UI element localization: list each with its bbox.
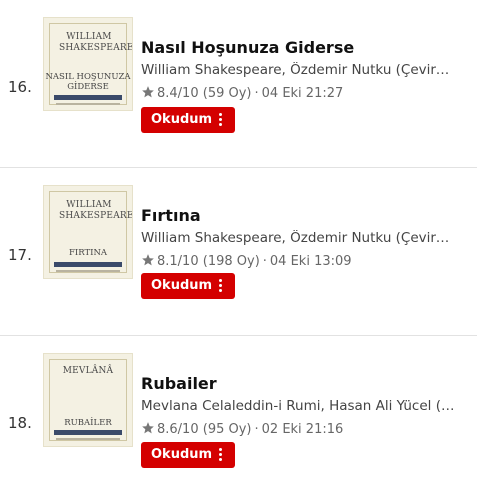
book-title[interactable]: Fırtına — [141, 206, 201, 225]
book-title[interactable]: Rubailer — [141, 374, 217, 393]
read-button-label: Okudum — [151, 447, 213, 462]
cover-subline — [56, 103, 120, 105]
star-icon — [142, 86, 154, 98]
book-cover[interactable]: WILLIAM SHAKESPEARE NASIL HOŞUNUZA GİDER… — [43, 17, 133, 111]
star-icon — [142, 254, 154, 266]
more-vertical-icon[interactable] — [219, 111, 223, 129]
read-button[interactable]: Okudum — [141, 442, 235, 468]
cover-title-line-1: NASIL HOŞUNUZA — [45, 72, 131, 82]
cover-author: WILLIAM SHAKESPEARE — [59, 200, 133, 221]
cover-title-line-2: GİDERSE — [67, 82, 109, 92]
list-item: 16. WILLIAM SHAKESPEARE NASIL HOŞUNUZA G… — [0, 0, 477, 168]
book-meta: 8.1/10 (198 Oy) · 04 Eki 13:09 — [141, 253, 352, 269]
list-item: 18. MEVLÂNÂ RUBAİLER Rubailer Mevlana Ce… — [0, 336, 477, 499]
read-button-label: Okudum — [151, 112, 213, 127]
separator: · — [254, 86, 259, 101]
vote-count: (198 Oy) — [202, 254, 260, 269]
rating-value: 8.6/10 — [157, 422, 199, 437]
cover-author: MEVLÂNÂ — [62, 366, 114, 376]
vote-count: (95 Oy) — [202, 422, 252, 437]
more-vertical-icon[interactable] — [219, 446, 223, 464]
separator: · — [254, 422, 259, 437]
cover-band — [54, 262, 122, 267]
read-button-label: Okudum — [151, 278, 213, 293]
more-vertical-icon[interactable] — [219, 277, 223, 295]
vote-count: (59 Oy) — [202, 86, 252, 101]
book-authors[interactable]: William Shakespeare, Özdemir Nutku (Çevi… — [141, 230, 461, 246]
read-date: 02 Eki 21:16 — [261, 422, 344, 437]
book-authors[interactable]: William Shakespeare, Özdemir Nutku (Çevi… — [141, 62, 461, 78]
star-icon — [142, 422, 154, 434]
cover-subline — [56, 438, 120, 440]
read-button[interactable]: Okudum — [141, 107, 235, 133]
rank-number: 16. — [8, 78, 32, 96]
book-meta: 8.4/10 (59 Oy) · 04 Eki 21:27 — [141, 85, 343, 101]
read-date: 04 Eki 13:09 — [269, 254, 352, 269]
read-date: 04 Eki 21:27 — [261, 86, 344, 101]
cover-title-line-1: RUBAİLER — [64, 418, 112, 428]
rating-value: 8.1/10 — [157, 254, 199, 269]
cover-band — [54, 95, 122, 100]
cover-author: WILLIAM SHAKESPEARE — [59, 32, 133, 53]
book-authors[interactable]: Mevlana Celaleddin-i Rumi, Hasan Ali Yüc… — [141, 398, 461, 414]
book-title[interactable]: Nasıl Hoşunuza Giderse — [141, 38, 354, 57]
list-item: 17. WILLIAM SHAKESPEARE FIRTINA Fırtına … — [0, 168, 477, 336]
rank-number: 18. — [8, 414, 32, 432]
book-meta: 8.6/10 (95 Oy) · 02 Eki 21:16 — [141, 421, 343, 437]
cover-band — [54, 430, 122, 435]
book-cover[interactable]: WILLIAM SHAKESPEARE FIRTINA — [43, 185, 133, 279]
cover-subline — [56, 270, 120, 272]
rating-value: 8.4/10 — [157, 86, 199, 101]
book-list: 16. WILLIAM SHAKESPEARE NASIL HOŞUNUZA G… — [0, 0, 477, 499]
separator: · — [262, 254, 267, 269]
book-cover[interactable]: MEVLÂNÂ RUBAİLER — [43, 353, 133, 447]
read-button[interactable]: Okudum — [141, 273, 235, 299]
rank-number: 17. — [8, 246, 32, 264]
cover-title-line-1: FIRTINA — [68, 248, 108, 258]
